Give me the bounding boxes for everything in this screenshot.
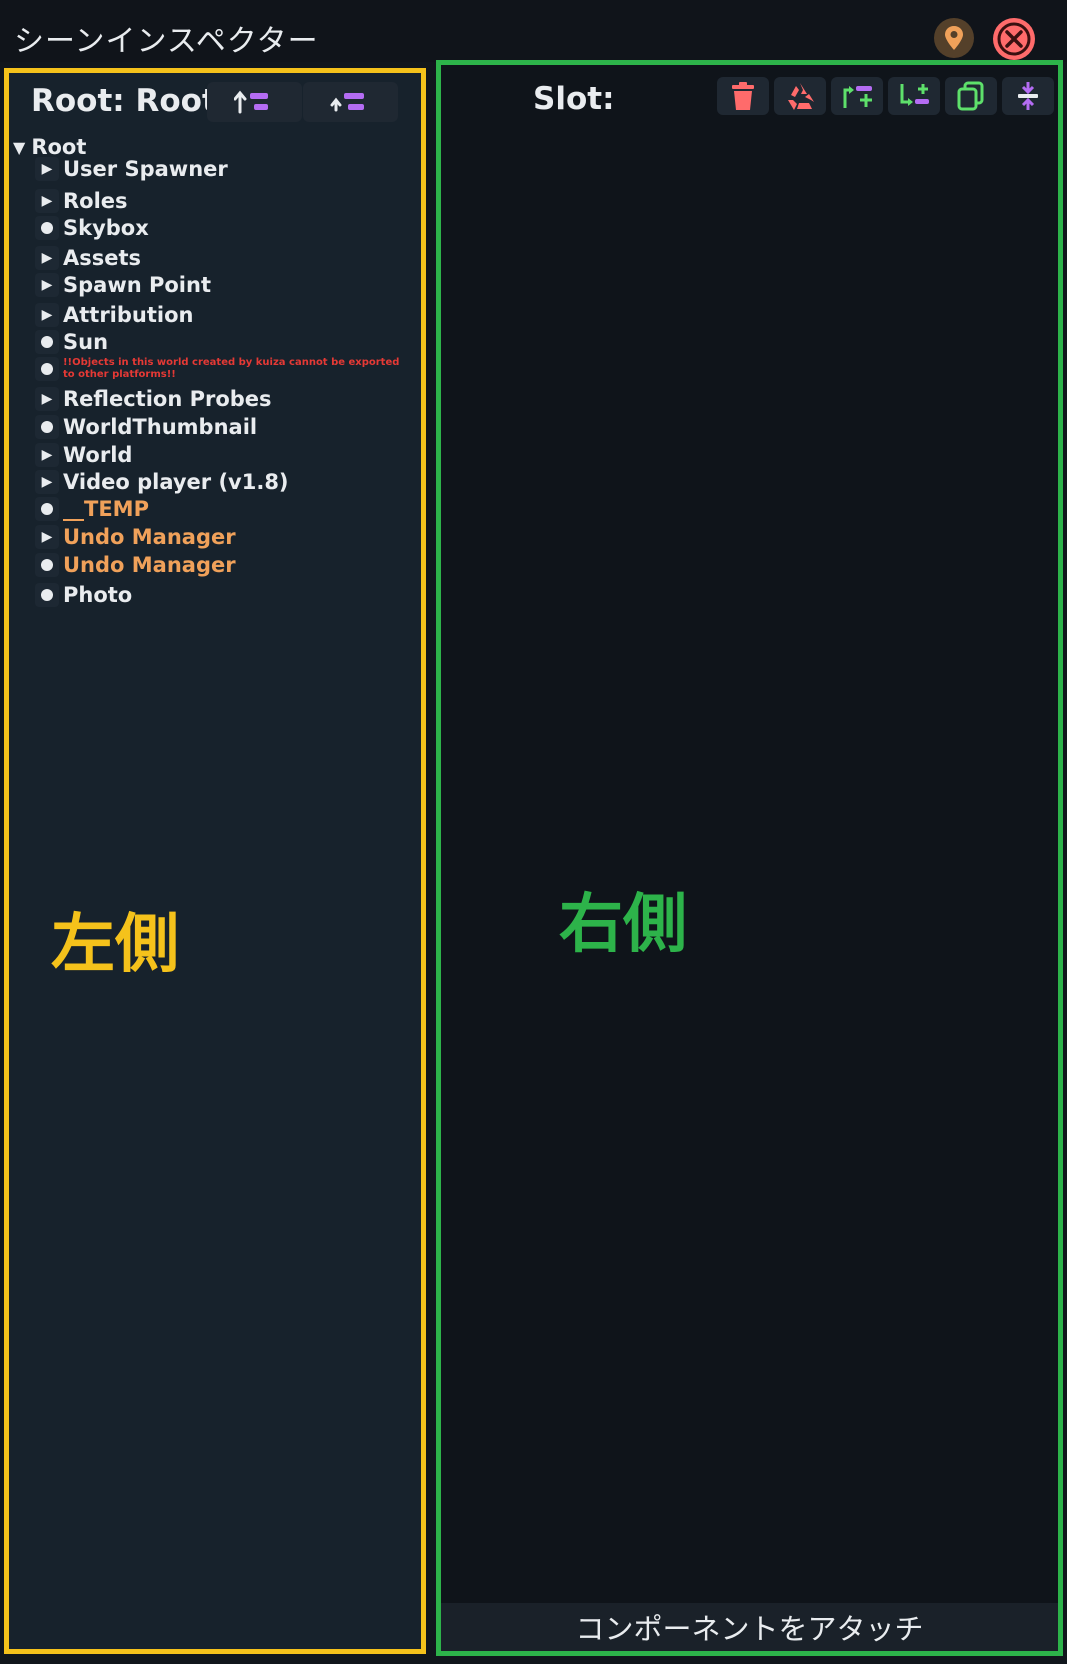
collapse-triangle-icon[interactable]: ▼ [13,138,25,157]
tree-item[interactable]: ▶ Video player (v1.8) [35,468,289,496]
dot-icon [41,503,53,515]
expand-triangle-icon[interactable]: ▶ [35,470,59,494]
tree-item[interactable]: Photo [35,581,132,609]
root-title: Root: Root [31,83,217,119]
pin-button[interactable] [934,18,974,58]
tree-item-label: Roles [63,189,128,213]
tree-item[interactable]: !!Objects in this world created by kuiza… [35,355,413,383]
tree-item-label: Skybox [63,216,149,240]
tree-item[interactable]: ▶ Attribution [35,301,193,329]
expand-triangle-icon[interactable]: ▶ [35,443,59,467]
tree-item[interactable]: __TEMP [35,495,149,523]
leaf-dot-icon[interactable] [35,357,59,381]
tree-item-label: User Spawner [63,157,228,181]
tree-item-label: Attribution [63,303,194,327]
tree-item-label: Undo Manager [63,525,236,549]
tree-item[interactable]: ▶ Spawn Point [35,271,211,299]
tree-item[interactable]: WorldThumbnail [35,413,257,441]
scene-inspector-window: シーンインスペクター Root: Root ▼ Root ▶ User Spaw… [0,0,1067,1664]
right-pane: Slot: 右側 コンポーネントをアタッチ [436,60,1063,1656]
leaf-dot-icon[interactable] [35,583,59,607]
dot-icon [41,589,53,601]
add-child-icon [900,84,929,106]
dot-icon [41,222,53,234]
duplicate-button[interactable] [945,77,997,115]
tree-item-label: Photo [63,583,133,607]
insert-parent-icon [843,86,872,108]
dot-icon [41,559,53,571]
tree-item-label: __TEMP [63,497,149,521]
move-up-icon [234,90,268,114]
tree-item[interactable]: Sun [35,328,108,356]
move-to-parent-button[interactable] [303,82,398,122]
move-to-parent-icon [330,93,364,112]
tree-item-label: World [63,443,133,467]
leaf-dot-icon[interactable] [35,497,59,521]
center-icon [1018,82,1038,110]
left-pane: Root: Root ▼ Root ▶ User Spawner ▶ Roles Sky… [4,68,426,1654]
add-child-button[interactable] [888,77,940,115]
move-up-button[interactable] [207,82,302,122]
left-caption: 左側 [51,908,179,982]
tree-item-label: !!Objects in this world created by kuiza… [63,357,400,380]
expand-triangle-icon[interactable]: ▶ [35,189,59,213]
tree-item[interactable]: ▶ World [35,441,132,469]
dot-icon [41,363,53,375]
trash-icon [732,82,754,110]
expand-triangle-icon[interactable]: ▶ [35,387,59,411]
leaf-dot-icon[interactable] [35,415,59,439]
dot-icon [41,336,53,348]
leaf-dot-icon[interactable] [35,330,59,354]
titlebar: シーンインスペクター [0,0,1067,62]
tree-item[interactable]: ▶ Assets [35,244,141,272]
slot-label: Slot: [533,81,615,117]
tree-item[interactable]: ▶ Roles [35,187,128,215]
delete-button[interactable] [717,77,769,115]
tree-item[interactable]: ▶ Reflection Probes [35,385,272,413]
tree-item-label: WorldThumbnail [63,415,258,439]
window-title: シーンインスペクター [14,24,319,59]
center-pivot-button[interactable] [1002,77,1054,115]
close-button[interactable] [993,18,1035,60]
expand-triangle-icon[interactable]: ▶ [35,525,59,549]
tree-item-label: Reflection Probes [63,387,272,411]
location-pin-icon [945,26,963,50]
tree-item-label: Sun [63,330,109,354]
insert-parent-button[interactable] [831,77,883,115]
tree-item[interactable]: ▶ User Spawner [35,155,228,183]
tree-item[interactable]: Undo Manager [35,551,236,579]
tree-item-label: Video player (v1.8) [63,470,289,494]
tree-item[interactable]: ▶ Undo Manager [35,523,236,551]
leaf-dot-icon[interactable] [35,216,59,240]
recycle-icon [788,83,814,110]
attach-component-button[interactable]: コンポーネントをアタッチ [441,1603,1058,1651]
destroy-preserve-button[interactable] [774,77,826,115]
tree-item-label: Spawn Point [63,273,211,297]
tree-item-label: Undo Manager [63,553,236,577]
tree-item-label: Assets [63,246,142,270]
expand-triangle-icon[interactable]: ▶ [35,273,59,297]
right-caption: 右側 [559,888,687,962]
expand-triangle-icon[interactable]: ▶ [35,303,59,327]
expand-triangle-icon[interactable]: ▶ [35,157,59,181]
expand-triangle-icon[interactable]: ▶ [35,246,59,270]
close-icon [997,22,1031,56]
tree-item[interactable]: Skybox [35,214,149,242]
leaf-dot-icon[interactable] [35,553,59,577]
duplicate-icon [957,81,984,111]
dot-icon [41,421,53,433]
